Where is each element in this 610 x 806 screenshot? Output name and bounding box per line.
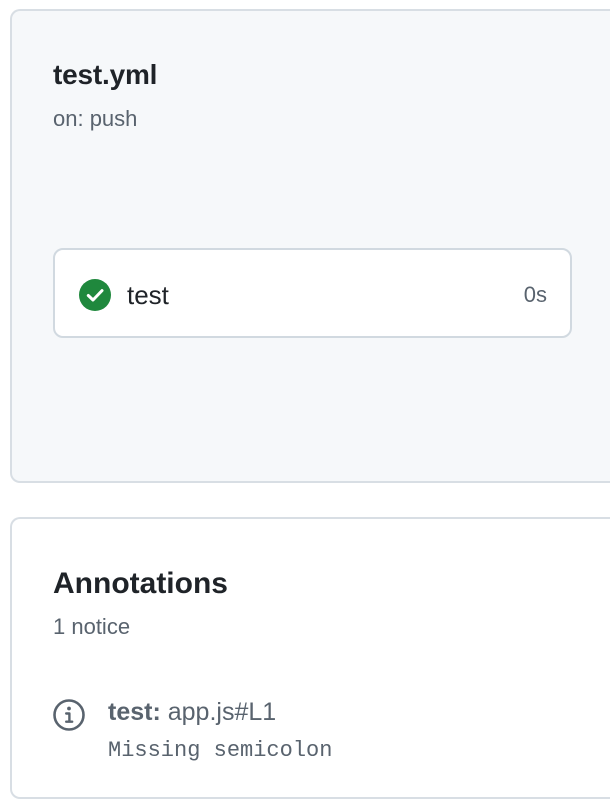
check-circle-fill-icon xyxy=(79,279,111,311)
workflow-trigger: on: push xyxy=(53,106,138,131)
annotations-count: 1 notice xyxy=(53,614,131,639)
annotation-location: app.js#L1 xyxy=(167,698,277,726)
info-icon xyxy=(53,699,85,731)
workflow-graph-panel: test.yml on: push test 0s xyxy=(10,9,610,483)
job-name: test xyxy=(127,280,169,310)
annotation-job: test: xyxy=(108,698,161,726)
annotations-panel: Annotations 1 notice test: app.js#L1 Mis… xyxy=(10,517,610,799)
workflow-title: test.yml xyxy=(53,59,158,90)
annotation-heading[interactable]: test: app.js#L1 xyxy=(108,698,276,727)
annotation-message: Missing semicolon xyxy=(108,738,333,763)
job-duration: 0s xyxy=(523,282,547,307)
annotations-title: Annotations xyxy=(53,567,228,600)
job-card-test[interactable]: test 0s xyxy=(53,248,572,338)
